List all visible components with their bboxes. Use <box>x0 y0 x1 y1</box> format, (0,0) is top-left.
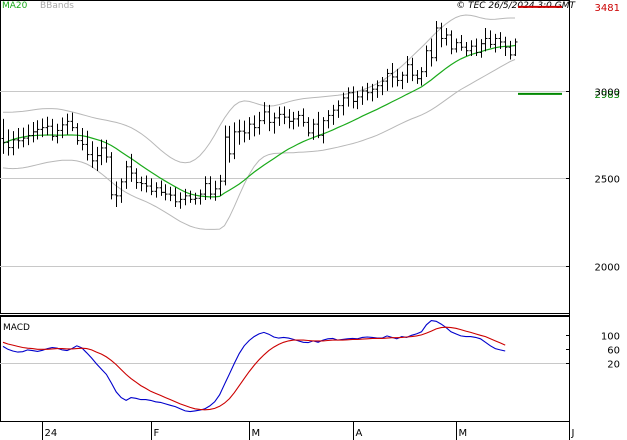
x-tick-label: M <box>459 428 468 439</box>
macd-tick-label: 100 <box>601 332 620 343</box>
macd-tick-label: 20 <box>607 360 620 371</box>
legend-bbands-label: BBands <box>40 1 74 11</box>
x-tick-label: 24 <box>45 428 58 439</box>
x-tick-label: F <box>154 428 160 439</box>
x-tick-label: M <box>252 428 261 439</box>
price-tick-label: 3000 <box>595 88 620 99</box>
macd-title: MACD <box>3 323 30 333</box>
price-tick-label: 2000 <box>595 263 620 274</box>
price-y-axis: 3000 2500 2000 <box>566 88 620 274</box>
macd-y-axis: 100 60 20 <box>566 332 620 371</box>
resistance-level-label: 3481 <box>595 3 620 14</box>
macd-tick-label: 60 <box>607 346 620 357</box>
x-tick-label: J <box>571 428 575 439</box>
x-tick-label: A <box>356 428 363 439</box>
macd-panel-frame <box>0 316 570 422</box>
price-tick-label: 2500 <box>595 175 620 186</box>
legend-ma20-label: MA20 <box>2 1 28 11</box>
stock-chart: MA20 BBands © TEC 26/5/2024 3:0 GMT 3481… <box>0 0 620 440</box>
